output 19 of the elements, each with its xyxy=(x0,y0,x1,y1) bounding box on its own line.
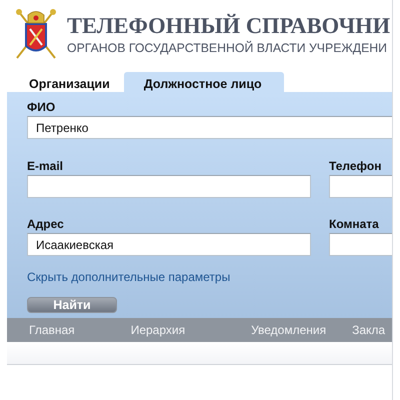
site-title: ТЕЛЕФОННЫЙ СПРАВОЧНИ xyxy=(67,13,390,39)
site-subtitle: ОРГАНОВ ГОСУДАРСТВЕННОЙ ВЛАСТИ УЧРЕЖДЕНИ xyxy=(67,40,388,56)
input-field[interactable] xyxy=(27,175,311,198)
tab[interactable]: Должностное лицо xyxy=(124,72,284,92)
tab[interactable]: Организации xyxy=(15,72,124,92)
field-label: Адрес xyxy=(27,217,65,232)
field-label: ФИО xyxy=(27,100,56,115)
hide-options-link[interactable]: Скрыть дополнительные параметры xyxy=(27,270,392,284)
coat-of-arms-icon xyxy=(15,8,57,60)
nav-link[interactable]: Иерархия xyxy=(130,323,186,337)
nav-link[interactable]: Главная xyxy=(29,323,75,337)
field-label: Телефон xyxy=(329,159,382,174)
nav-link[interactable]: Закла xyxy=(352,323,386,337)
search-button[interactable]: Найти xyxy=(27,297,117,313)
nav-link[interactable]: Уведомления xyxy=(251,323,326,337)
field-label: Комната xyxy=(329,217,380,232)
input-field[interactable]: Петренко xyxy=(27,116,392,139)
field-label: E-mail xyxy=(27,159,64,174)
input-field[interactable]: Исаакиевская xyxy=(27,233,311,256)
